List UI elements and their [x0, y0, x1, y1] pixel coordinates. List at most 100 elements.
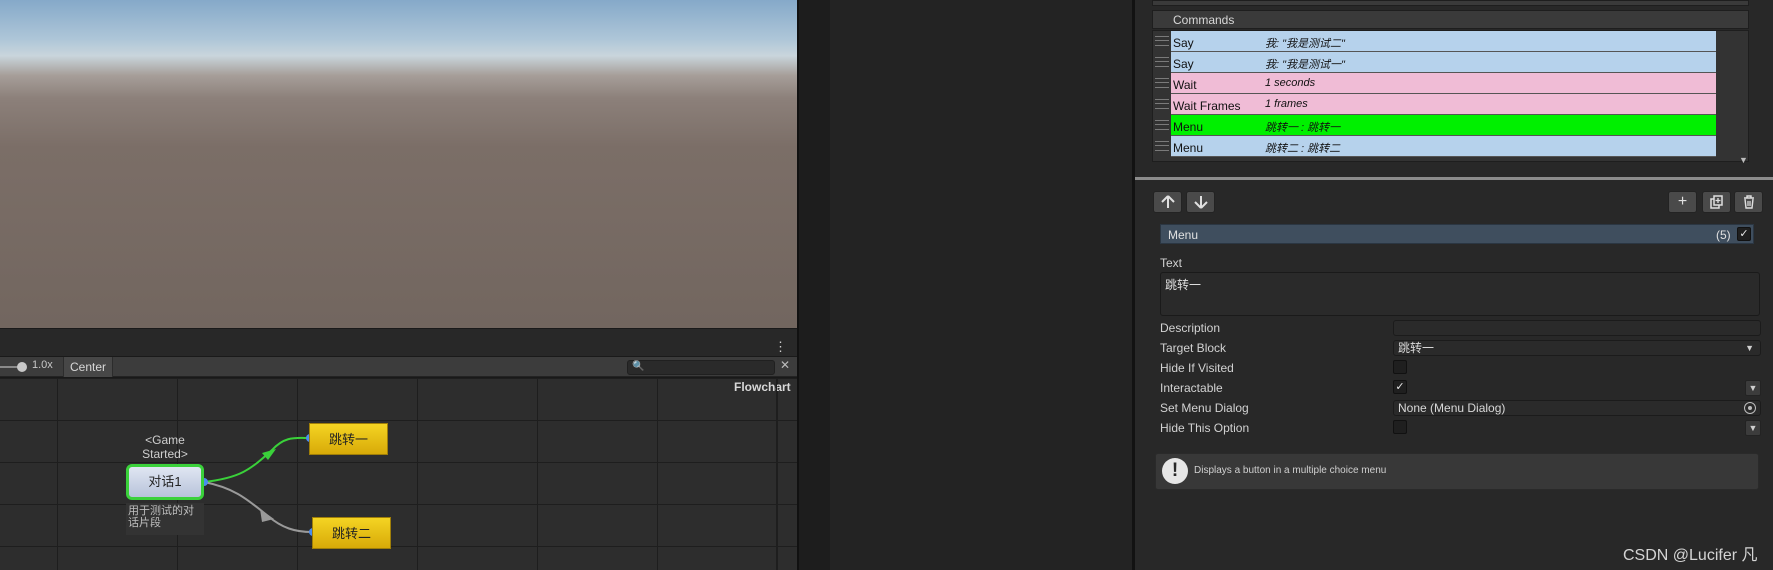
empty-panel: [830, 0, 1132, 570]
block-jump-one[interactable]: 跳转一: [309, 423, 388, 455]
search-icon: 🔍: [632, 361, 645, 372]
trash-icon: [1743, 195, 1754, 209]
command-rows: Say 我: "我是测试二" Say 我: "我是测试一" Wait 1 sec…: [1152, 30, 1750, 165]
object-picker-icon[interactable]: [1744, 402, 1756, 414]
delete-command-button[interactable]: [1734, 191, 1763, 213]
flowchart-canvas[interactable]: Flowchart <Game Started> 对话1 用于测试的对话片段 跳…: [0, 378, 797, 570]
info-icon: !: [1162, 458, 1188, 484]
commands-header: Commands: [1152, 10, 1749, 29]
interactable-checkbox[interactable]: ✓: [1393, 380, 1407, 394]
chevron-down-icon: ▼: [1745, 343, 1754, 353]
drag-handle-icon[interactable]: [1155, 36, 1169, 46]
panel-strip: [797, 0, 830, 570]
command-summary: 跳转二 : 跳转二: [1265, 143, 1341, 155]
target-block-label: Target Block: [1160, 341, 1227, 355]
drag-handle-icon[interactable]: [1155, 78, 1169, 88]
duplicate-command-button[interactable]: [1702, 191, 1731, 213]
set-menu-dialog-label: Set Menu Dialog: [1160, 401, 1249, 415]
flowchart-toolbar: 1.0x Center 🔍 ✕: [0, 357, 797, 377]
block-connections: [200, 434, 317, 536]
command-cell[interactable]: Wait 1 seconds: [1171, 73, 1716, 94]
command-row[interactable]: Say 我: "我是测试一": [1153, 52, 1750, 73]
command-summary: 跳转一 : 跳转一: [1265, 122, 1341, 134]
command-list: Commands Say 我: "我是测试二" Say 我: "我是测试一" W…: [1152, 0, 1750, 165]
command-name: Menu: [1173, 141, 1204, 155]
hide-this-option-label: Hide This Option: [1160, 421, 1250, 435]
plus-icon: +: [1677, 193, 1688, 210]
command-row[interactable]: Menu 跳转二 : 跳转二: [1153, 136, 1750, 157]
command-cell[interactable]: Menu 跳转二 : 跳转二: [1171, 136, 1716, 157]
center-button[interactable]: Center: [63, 357, 114, 377]
text-field[interactable]: 跳转一: [1160, 272, 1760, 316]
help-box: ! Displays a button in a multiple choice…: [1155, 453, 1759, 490]
panel-splitter[interactable]: [0, 328, 797, 337]
command-list-scrollbar[interactable]: ▼: [1738, 31, 1748, 165]
block-description: 用于测试的对话片段: [126, 503, 204, 535]
hide-if-visited-checkbox[interactable]: [1393, 360, 1407, 374]
selected-command-header: Menu (5) ✓: [1160, 224, 1754, 244]
description-field[interactable]: [1393, 320, 1761, 336]
menu-dialog-value: None (Menu Dialog): [1398, 401, 1506, 415]
command-row[interactable]: Wait Frames 1 frames: [1153, 94, 1750, 115]
command-cell[interactable]: Menu 跳转一 : 跳转一: [1171, 115, 1716, 136]
command-name: Say: [1173, 57, 1194, 71]
selected-command-index: (5): [1716, 228, 1731, 242]
hide-if-visited-label: Hide If Visited: [1160, 361, 1234, 375]
more-options-icon[interactable]: ⋮: [774, 339, 787, 355]
block-main[interactable]: 对话1: [126, 464, 204, 500]
connection-inactive: [203, 481, 313, 533]
text-label: Text: [1160, 256, 1183, 270]
arrow-down-icon: [1193, 196, 1208, 209]
drag-handle-icon[interactable]: [1155, 141, 1169, 151]
command-enabled-checkbox[interactable]: ✓: [1737, 227, 1751, 241]
block-jump-two[interactable]: 跳转二: [312, 517, 391, 549]
help-text: Displays a button in a multiple choice m…: [1194, 465, 1387, 476]
commands-title: Commands: [1173, 13, 1235, 27]
selected-command-name: Menu: [1168, 228, 1199, 242]
command-cell[interactable]: Say 我: "我是测试一": [1171, 52, 1716, 73]
inspector-divider[interactable]: [1135, 177, 1773, 180]
hide-option-variable-dropdown[interactable]: ▼: [1745, 420, 1761, 436]
add-command-button[interactable]: +: [1668, 191, 1697, 213]
zoom-value: 1.0x: [32, 359, 53, 371]
scene-view[interactable]: [0, 0, 797, 328]
duplicate-icon: [1709, 195, 1723, 209]
command-summary: 1 frames: [1265, 98, 1308, 110]
drag-handle-icon[interactable]: [1155, 57, 1169, 67]
command-row[interactable]: Say 我: "我是测试二": [1153, 31, 1750, 52]
drag-handle-icon[interactable]: [1155, 120, 1169, 130]
target-block-value: 跳转一: [1398, 341, 1435, 355]
command-row-selected[interactable]: Menu 跳转一 : 跳转一: [1153, 115, 1750, 136]
command-name: Wait: [1173, 78, 1197, 92]
interactable-variable-dropdown[interactable]: ▼: [1745, 380, 1761, 396]
command-summary: 我: "我是测试一": [1265, 59, 1345, 71]
command-cell[interactable]: Wait Frames 1 frames: [1171, 94, 1716, 115]
command-summary: 我: "我是测试二": [1265, 38, 1345, 50]
command-cell[interactable]: Say 我: "我是测试二": [1171, 31, 1716, 52]
move-up-button[interactable]: [1153, 191, 1182, 213]
command-summary: 1 seconds: [1265, 77, 1316, 89]
target-block-dropdown[interactable]: 跳转一 ▼: [1393, 340, 1761, 356]
interactable-label: Interactable: [1160, 381, 1223, 395]
flowchart-tab-header: ⋮: [0, 337, 797, 357]
search-input[interactable]: 🔍: [627, 360, 775, 375]
command-name: Wait Frames: [1173, 99, 1241, 113]
drag-handle-icon[interactable]: [1155, 99, 1169, 109]
clear-search-icon[interactable]: ✕: [780, 358, 790, 372]
editor-window: ⋮ 1.0x Center 🔍 ✕ Flowchart <Game Starte…: [0, 0, 1773, 570]
watermark: CSDN @Lucifer 凡: [1623, 547, 1758, 564]
scroll-down-icon[interactable]: ▼: [1739, 155, 1748, 165]
hide-this-option-checkbox[interactable]: [1393, 420, 1407, 434]
menu-dialog-object-field[interactable]: None (Menu Dialog): [1393, 400, 1761, 416]
command-list-top: [1152, 0, 1749, 6]
connection-active-arrow: [262, 449, 276, 460]
move-down-button[interactable]: [1186, 191, 1215, 213]
command-name: Menu: [1173, 120, 1204, 134]
connection-active: [203, 436, 310, 483]
description-label: Description: [1160, 321, 1221, 335]
zoom-slider-handle[interactable]: [17, 362, 27, 372]
inspector-panel: Commands Say 我: "我是测试二" Say 我: "我是测试一" W…: [1135, 0, 1773, 570]
arrow-up-icon: [1160, 195, 1175, 208]
command-row[interactable]: Wait 1 seconds: [1153, 73, 1750, 94]
event-handler-label: <Game Started>: [142, 433, 188, 461]
